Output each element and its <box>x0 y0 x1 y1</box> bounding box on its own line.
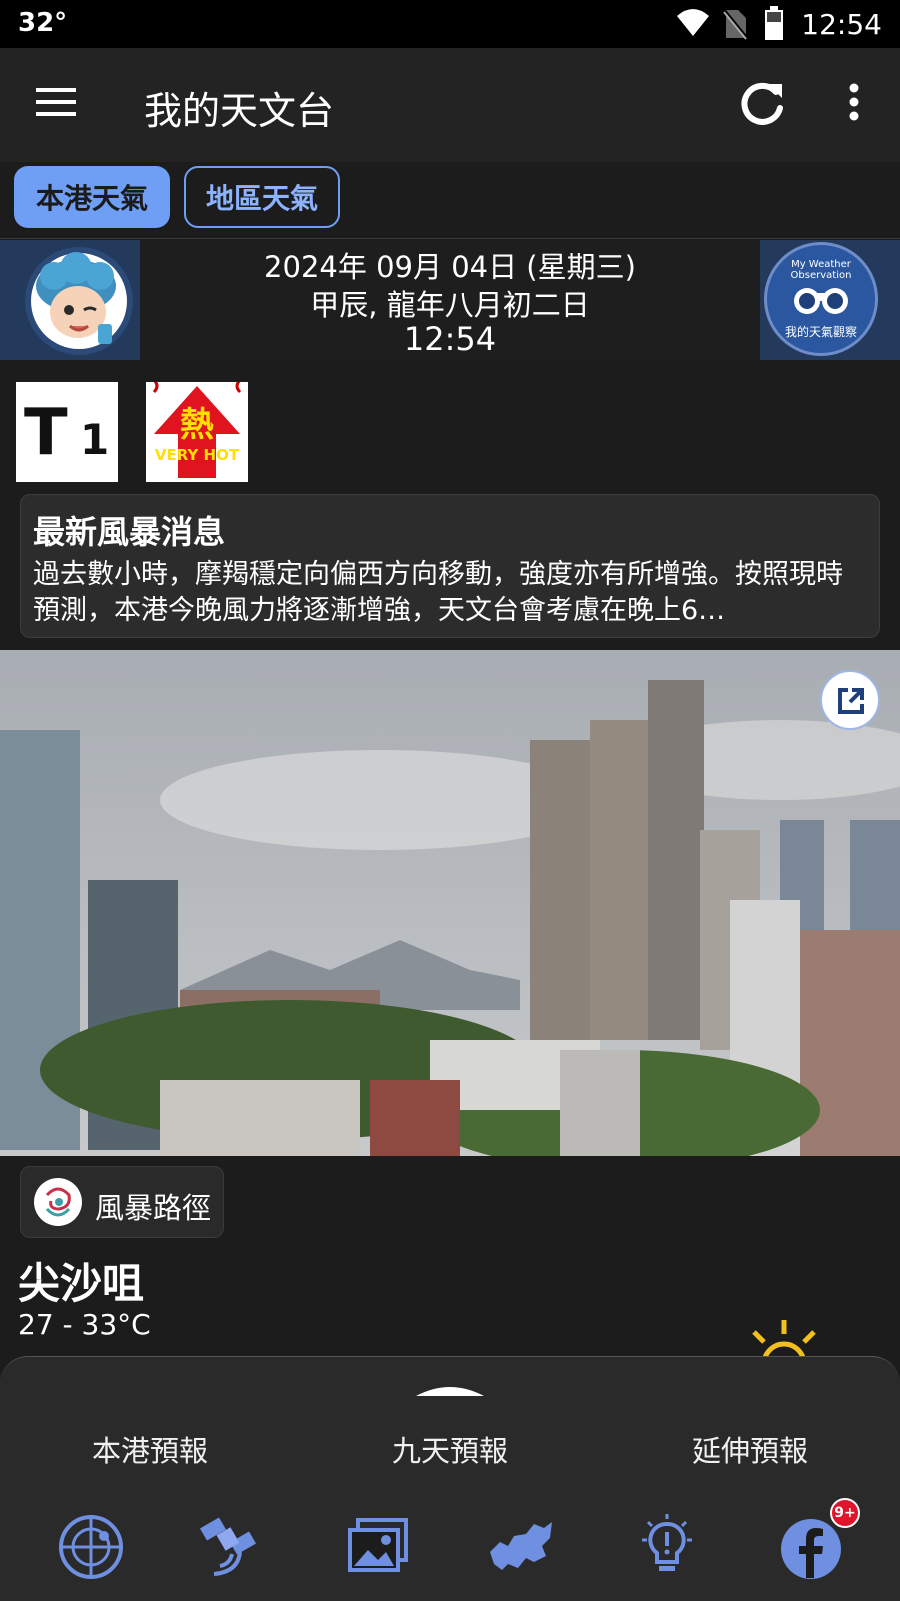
wifi-icon <box>677 9 709 36</box>
no-sim-icon <box>722 9 748 40</box>
my-weather-observation-badge[interactable]: My Weather Observation 我的天氣觀察 <box>764 242 878 356</box>
sunny-icon <box>752 1320 816 1358</box>
weather-tips-icon[interactable] <box>632 1512 702 1582</box>
lunar-date: 甲辰, 龍年八月初二日 <box>310 288 590 322</box>
gregorian-date: 2024年 09月 04日 (星期三) <box>264 250 636 284</box>
status-temperature: 32° <box>18 8 68 38</box>
typhoon-icon <box>34 1178 82 1226</box>
binoculars-icon <box>794 288 848 314</box>
storm-track-button[interactable]: 風暴路徑 <box>20 1166 224 1238</box>
tab-extended-forecast[interactable]: 延伸預報 <box>650 1428 850 1470</box>
svg-text:熱: 熱 <box>180 405 214 445</box>
notification-badge: 9+ <box>830 1498 860 1528</box>
sheet-handle-icon[interactable] <box>414 1382 486 1398</box>
refresh-icon[interactable] <box>738 78 788 128</box>
image-gallery-icon[interactable] <box>344 1512 414 1582</box>
date-banner: 2024年 09月 04日 (星期三) 甲辰, 龍年八月初二日 12:54 My… <box>0 240 900 360</box>
svg-text:1: 1 <box>80 415 109 464</box>
app-title: 我的天文台 <box>144 89 335 133</box>
app-bar: 我的天文台 <box>0 48 900 162</box>
storm-track-label: 風暴路徑 <box>95 1191 212 1225</box>
open-external-icon <box>838 688 864 714</box>
hong-kong-map-icon[interactable] <box>486 1512 556 1582</box>
mascot-avatar[interactable] <box>24 246 134 356</box>
open-external-button[interactable] <box>820 670 880 730</box>
storm-message-heading: 最新風暴消息 <box>33 513 226 551</box>
temperature-range: 27 - 33°C <box>18 1308 151 1341</box>
tab-local-forecast[interactable]: 本港預報 <box>50 1428 250 1470</box>
more-options-icon[interactable] <box>848 82 860 122</box>
tab-nine-day-forecast[interactable]: 九天預報 <box>350 1428 550 1470</box>
banner-time: 12:54 <box>403 320 497 358</box>
svg-text:T: T <box>24 396 68 470</box>
radar-icon[interactable] <box>56 1512 126 1582</box>
storm-message-body: 過去數小時，摩羯穩定向偏西方向移動，強度亦有所增強。按照現時預測，本港今晚風力將… <box>33 559 843 626</box>
svg-text:VERY HOT: VERY HOT <box>155 446 240 464</box>
battery-icon <box>765 6 783 40</box>
menu-icon[interactable] <box>36 86 76 118</box>
typhoon-signal-1-icon[interactable]: T 1 <box>16 382 118 482</box>
satellite-icon[interactable] <box>194 1512 264 1582</box>
weather-camera-image[interactable] <box>0 650 900 1156</box>
divider <box>0 238 900 239</box>
status-bar: 32° 12:54 <box>0 0 900 48</box>
location-name: 尖沙咀 <box>18 1259 145 1308</box>
tab-regional-weather[interactable]: 地區天氣 <box>184 166 340 228</box>
tab-local-weather[interactable]: 本港天氣 <box>14 166 170 228</box>
status-time: 12:54 <box>801 8 882 41</box>
storm-message-card[interactable]: 最新風暴消息 過去數小時，摩羯穩定向偏西方向移動，強度亦有所增強。按照現時預測，… <box>20 494 880 638</box>
very-hot-warning-icon[interactable]: 熱 VERY HOT <box>146 378 248 482</box>
